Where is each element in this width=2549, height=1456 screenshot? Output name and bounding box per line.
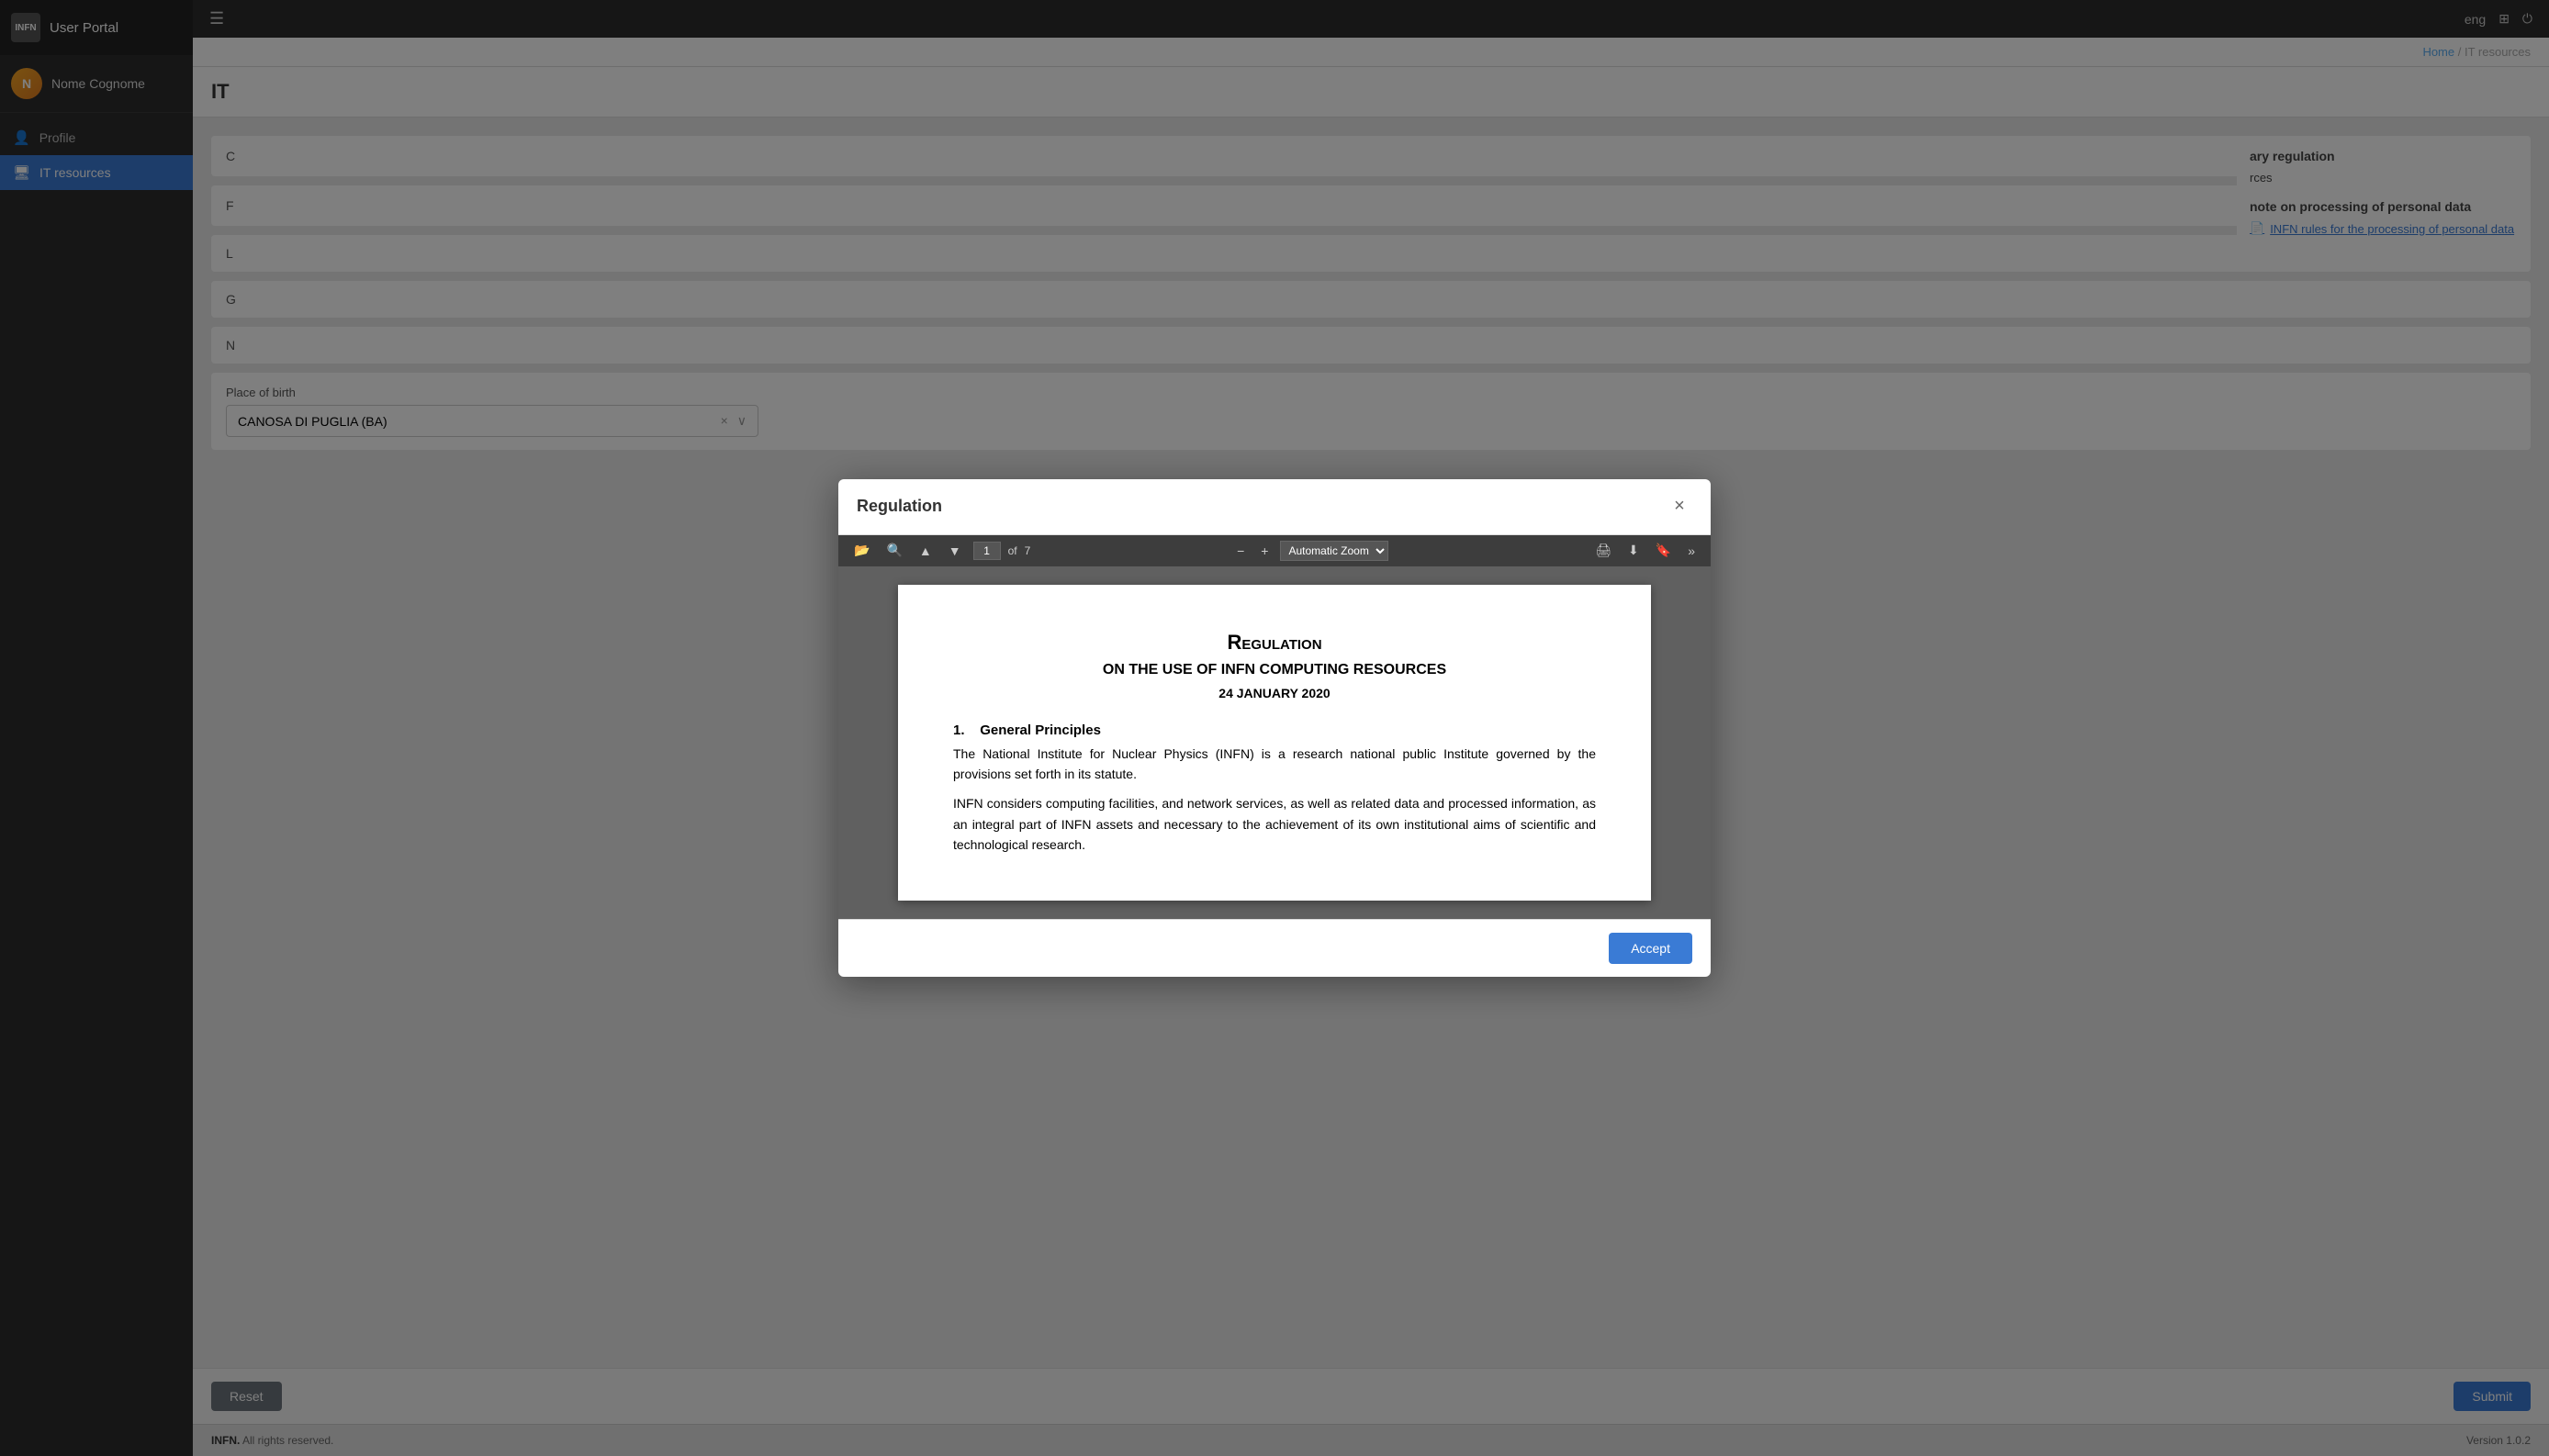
pdf-page-current[interactable] <box>973 542 1001 560</box>
regulation-modal: Regulation × 📂 🔍 ▲ ▼ of 7 − + Automatic … <box>838 479 1711 978</box>
pdf-para2: INFN considers computing facilities, and… <box>953 793 1596 855</box>
pdf-zoom-out[interactable]: − <box>1232 542 1249 560</box>
pdf-next-page[interactable]: ▼ <box>944 542 966 560</box>
pdf-more-icon[interactable]: » <box>1683 542 1700 560</box>
pdf-para1: The National Institute for Nuclear Physi… <box>953 744 1596 785</box>
modal-footer: Accept <box>838 919 1711 977</box>
pdf-date: 24 JANUARY 2020 <box>953 686 1596 700</box>
pdf-section1-num: 1. General Principles <box>953 722 1596 738</box>
pdf-zoom-select[interactable]: Automatic Zoom <box>1280 541 1388 561</box>
pdf-zoom-in[interactable]: + <box>1256 542 1273 560</box>
modal-body: 📂 🔍 ▲ ▼ of 7 − + Automatic Zoom 🖨 ⬇ 🔖 » <box>838 535 1711 920</box>
pdf-download-icon[interactable]: ⬇ <box>1623 541 1644 560</box>
modal-header: Regulation × <box>838 479 1711 535</box>
pdf-print-icon[interactable]: 🖨 <box>1590 541 1616 560</box>
pdf-page-total: 7 <box>1025 544 1031 557</box>
pdf-search-icon[interactable]: 🔍 <box>881 541 906 560</box>
accept-button[interactable]: Accept <box>1609 933 1692 964</box>
pdf-toolbar: 📂 🔍 ▲ ▼ of 7 − + Automatic Zoom 🖨 ⬇ 🔖 » <box>838 535 1711 566</box>
pdf-prev-page[interactable]: ▲ <box>915 542 937 560</box>
pdf-bookmark-icon[interactable]: 🔖 <box>1651 541 1676 560</box>
pdf-open-icon[interactable]: 📂 <box>849 541 874 560</box>
pdf-heading: Regulation <box>953 631 1596 655</box>
pdf-page-of: of <box>1008 544 1017 557</box>
pdf-page: Regulation ON THE USE OF INFN COMPUTING … <box>898 585 1651 902</box>
modal-overlay[interactable]: Regulation × 📂 🔍 ▲ ▼ of 7 − + Automatic … <box>0 0 2549 1456</box>
pdf-subheading: ON THE USE OF INFN COMPUTING RESOURCES <box>953 662 1596 678</box>
pdf-content: Regulation ON THE USE OF INFN COMPUTING … <box>838 566 1711 920</box>
modal-close-button[interactable]: × <box>1667 494 1692 520</box>
modal-title: Regulation <box>857 497 942 516</box>
